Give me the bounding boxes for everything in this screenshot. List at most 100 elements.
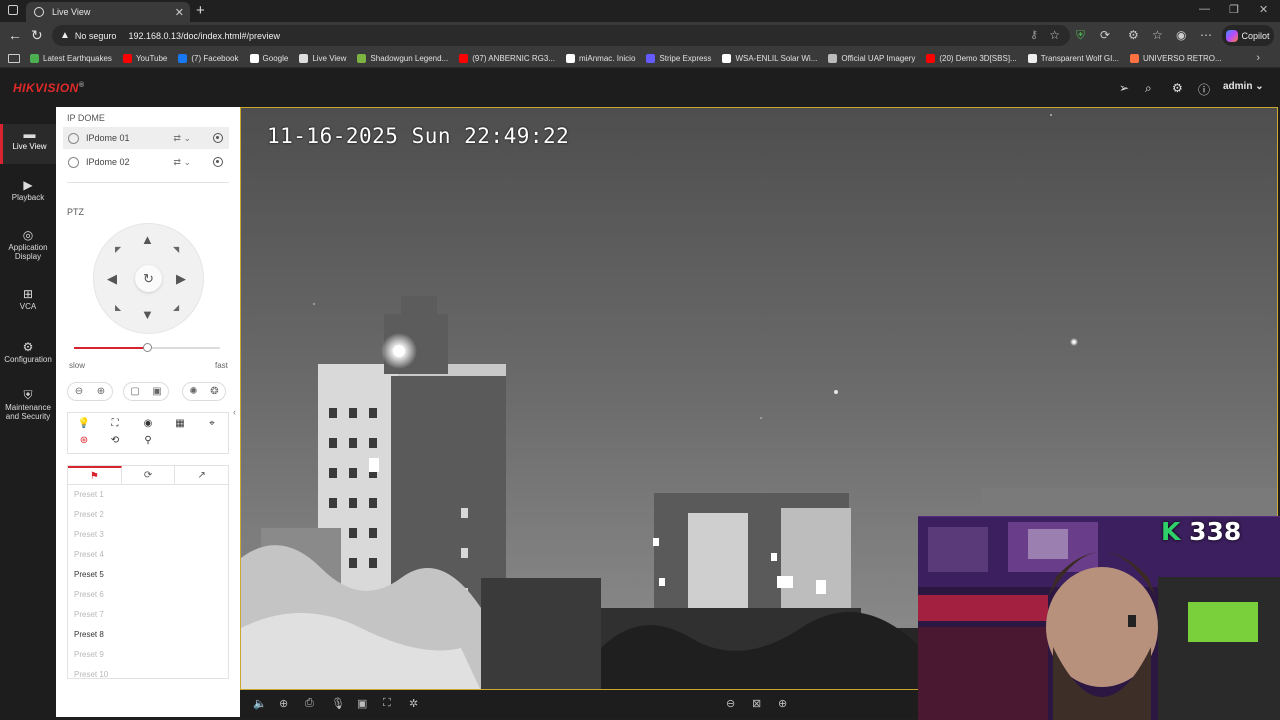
info-icon[interactable]: ⓘ bbox=[1198, 81, 1210, 98]
bookmark-item[interactable]: Latest Earthquakes bbox=[30, 53, 112, 63]
bookmark-item[interactable]: Stripe Express bbox=[646, 53, 711, 63]
stream-select-icon[interactable]: ⇄ ⌄ bbox=[173, 133, 191, 144]
ptz-upleft-icon[interactable]: ◤ bbox=[115, 245, 121, 254]
nav-configuration[interactable]: ⚙ Configuration bbox=[0, 341, 56, 364]
extensions-icon[interactable]: ⚙ bbox=[1128, 28, 1139, 42]
window-split-icon[interactable]: ⊠ bbox=[752, 697, 761, 710]
back-icon[interactable]: ← bbox=[8, 27, 22, 43]
focus-far-icon[interactable]: ▣ bbox=[152, 386, 161, 397]
bookmark-item[interactable]: Live View bbox=[299, 53, 346, 63]
copilot-button[interactable]: Copilot bbox=[1222, 25, 1274, 46]
user-menu[interactable]: admin ⌄ bbox=[1223, 81, 1264, 92]
search-icon[interactable]: ⌕ bbox=[1145, 81, 1152, 96]
nav-application-display[interactable]: ◎ Application Display bbox=[0, 229, 56, 261]
preset-item[interactable]: Preset 4 bbox=[68, 545, 228, 565]
3d-position-icon[interactable]: ⛶ bbox=[108, 417, 122, 431]
camera-item[interactable]: IPdome 02 ⇄ ⌄ bbox=[63, 151, 229, 173]
menu-icon[interactable]: ⋯ bbox=[1200, 28, 1212, 42]
favorites-icon[interactable]: ☆ bbox=[1152, 28, 1163, 42]
close-window-icon[interactable]: ✕ bbox=[1259, 3, 1268, 16]
bookmark-item[interactable]: (7) Facebook bbox=[178, 53, 239, 63]
preset-item[interactable]: Preset 6 bbox=[68, 585, 228, 605]
tab-pattern[interactable]: ↗ bbox=[175, 466, 228, 484]
next-icon[interactable]: ⊕ bbox=[778, 697, 787, 710]
lens-init-icon[interactable]: ⌖ bbox=[205, 417, 219, 431]
refresh-extension-icon[interactable]: ⟳ bbox=[1100, 28, 1110, 42]
ptz-upright-icon[interactable]: ◥ bbox=[173, 245, 179, 254]
tab-presets[interactable]: ⚑ bbox=[68, 466, 122, 484]
focus-near-icon[interactable]: ▢ bbox=[130, 386, 139, 397]
smart-icon[interactable]: ✲ bbox=[409, 697, 418, 710]
digital-zoom-icon[interactable]: ⊕ bbox=[279, 697, 288, 710]
preset-item[interactable]: Preset 2 bbox=[68, 505, 228, 525]
profile-icon[interactable]: ◉ bbox=[1176, 28, 1186, 42]
manual-tracking-icon[interactable]: ⚲ bbox=[141, 434, 155, 448]
extension-shield-icon[interactable]: ⛨ bbox=[1076, 28, 1085, 43]
apps-icon[interactable] bbox=[8, 53, 20, 63]
wiper-icon[interactable]: ◉ bbox=[141, 417, 155, 431]
reload-icon[interactable]: ↻ bbox=[31, 27, 43, 44]
3d-zoom-icon[interactable]: ⛶ bbox=[383, 697, 391, 710]
preset-item[interactable]: Preset 10 bbox=[68, 665, 228, 678]
ptz-down-icon[interactable]: ▼ bbox=[141, 307, 154, 322]
light-icon[interactable]: 💡 bbox=[77, 417, 91, 431]
capture-icon[interactable]: ⎙ bbox=[305, 697, 314, 710]
more-bookmarks-icon[interactable]: › bbox=[1256, 52, 1260, 64]
bookmark-item[interactable]: WSA-ENLIL Solar Wi... bbox=[722, 53, 817, 63]
bookmark-item[interactable]: UNIVERSO RETRO... bbox=[1129, 53, 1222, 63]
ptz-downleft-icon[interactable]: ◣ bbox=[115, 303, 121, 312]
zoom-out-icon[interactable]: ⊖ bbox=[75, 386, 83, 397]
security-status[interactable]: No seguro bbox=[75, 31, 117, 41]
record-clip-icon[interactable]: ▣ bbox=[357, 697, 367, 710]
close-tab-icon[interactable]: ✕ bbox=[175, 6, 184, 19]
send-icon[interactable]: ➢ bbox=[1119, 81, 1129, 95]
bookmark-item[interactable]: (97) ANBERNIC RG3... bbox=[459, 53, 555, 63]
record-icon[interactable] bbox=[213, 157, 223, 167]
bookmark-item[interactable]: Google bbox=[249, 53, 288, 63]
camera-item[interactable]: IPdome 01 ⇄ ⌄ bbox=[63, 127, 229, 149]
bookmark-star-icon[interactable]: ☆ bbox=[1049, 28, 1060, 42]
bookmark-item[interactable]: Shadowgun Legend... bbox=[357, 53, 448, 63]
url-input[interactable]: ▲ No seguro 192.168.0.13/doc/index.html#… bbox=[52, 25, 1070, 46]
microphone-icon[interactable]: 🎙 bbox=[331, 697, 345, 710]
record-icon[interactable] bbox=[213, 133, 223, 143]
maximize-icon[interactable]: ❐ bbox=[1229, 3, 1239, 16]
preset-item[interactable]: Preset 7 bbox=[68, 605, 228, 625]
nav-maintenance[interactable]: ⛨ Maintenance and Security bbox=[0, 389, 56, 421]
regional-exposure-icon[interactable]: ⊛ bbox=[77, 434, 91, 448]
zoom-in-icon[interactable]: ⊕ bbox=[97, 386, 105, 397]
stream-select-icon[interactable]: ⇄ ⌄ bbox=[173, 157, 191, 168]
tab-patrol[interactable]: ⟳ bbox=[122, 466, 176, 484]
bookmark-item[interactable]: miAnmac. Inicio bbox=[565, 53, 635, 63]
previous-icon[interactable]: ⊖ bbox=[726, 697, 735, 710]
speed-handle[interactable] bbox=[143, 343, 152, 352]
new-tab-icon[interactable]: + bbox=[196, 2, 205, 19]
auto-scan-icon[interactable]: ↻ bbox=[135, 265, 162, 292]
ptz-right-icon[interactable]: ▶ bbox=[176, 271, 186, 287]
preset-item[interactable]: Preset 5 bbox=[68, 565, 228, 585]
preset-item[interactable]: Preset 3 bbox=[68, 525, 228, 545]
ptz-downright-icon[interactable]: ◢ bbox=[173, 303, 179, 312]
settings-icon[interactable]: ⚙ bbox=[1172, 81, 1183, 95]
preset-item[interactable]: Preset 1 bbox=[68, 485, 228, 505]
preset-item[interactable]: Preset 8 bbox=[68, 625, 228, 645]
bookmark-item[interactable]: Official UAP Imagery bbox=[828, 53, 915, 63]
nav-vca[interactable]: ⊞ VCA bbox=[0, 288, 56, 311]
ptz-left-icon[interactable]: ◀ bbox=[107, 271, 117, 287]
ptz-up-icon[interactable]: ▲ bbox=[141, 232, 154, 247]
nav-live-view[interactable]: ▬ Live View bbox=[0, 124, 56, 164]
speed-slider[interactable] bbox=[74, 343, 220, 352]
collapse-panel-icon[interactable]: ‹ bbox=[233, 407, 236, 417]
minimize-icon[interactable]: — bbox=[1199, 3, 1210, 15]
iris-open-icon[interactable]: ❂ bbox=[210, 386, 218, 397]
nav-playback[interactable]: ▶ Playback bbox=[0, 179, 56, 202]
layout-icon[interactable]: ▦ bbox=[173, 417, 187, 431]
tab-actions-icon[interactable] bbox=[8, 5, 18, 15]
iris-close-icon[interactable]: ✺ bbox=[189, 386, 197, 397]
password-key-icon[interactable]: ⚷ bbox=[1030, 28, 1038, 41]
preset-item[interactable]: Preset 9 bbox=[68, 645, 228, 665]
park-icon[interactable]: ⟲ bbox=[108, 434, 122, 448]
audio-icon[interactable]: 🔈 bbox=[253, 697, 267, 710]
bookmark-item[interactable]: (20) Demo 3D[SBS]... bbox=[926, 53, 1017, 63]
bookmark-item[interactable]: YouTube bbox=[122, 53, 167, 63]
